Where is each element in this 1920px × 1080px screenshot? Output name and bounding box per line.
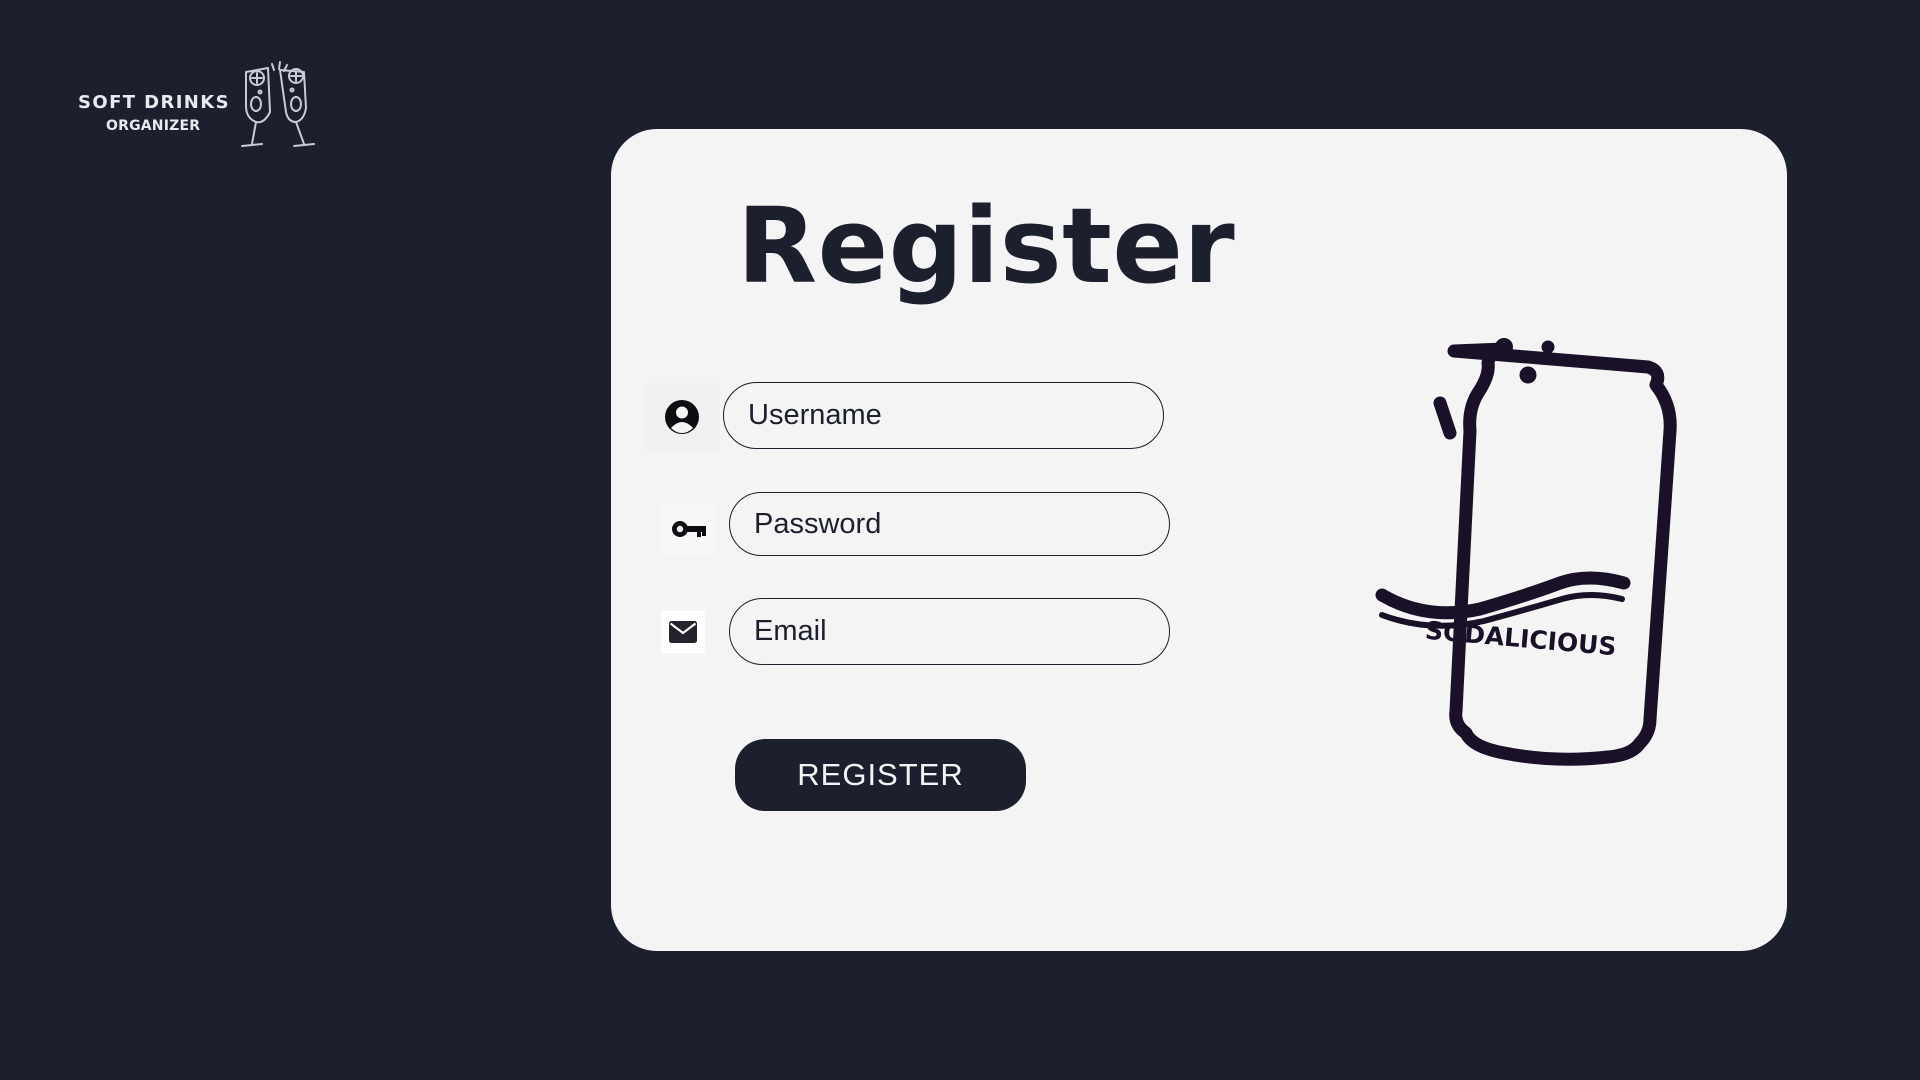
email-icon-tile bbox=[661, 611, 705, 653]
key-icon bbox=[672, 521, 706, 537]
register-button[interactable]: REGISTER bbox=[735, 739, 1026, 811]
page-title: Register bbox=[737, 185, 1236, 307]
clinking-glasses-icon bbox=[241, 61, 315, 147]
username-input[interactable] bbox=[723, 382, 1164, 449]
envelope-icon bbox=[669, 621, 697, 643]
logo-title: SOFT DRINKS bbox=[78, 92, 230, 113]
password-input[interactable] bbox=[729, 492, 1170, 556]
app-logo: SOFT DRINKS ORGANIZER bbox=[76, 60, 326, 152]
username-icon-tile bbox=[645, 383, 719, 451]
register-card: Register REGISTER bbox=[611, 129, 1787, 951]
soda-can-icon: SODALICIOUS bbox=[1375, 338, 1677, 766]
password-icon-tile bbox=[661, 503, 717, 555]
email-input[interactable] bbox=[729, 598, 1170, 665]
user-circle-icon bbox=[665, 400, 699, 434]
logo-subtitle: ORGANIZER bbox=[106, 118, 201, 134]
